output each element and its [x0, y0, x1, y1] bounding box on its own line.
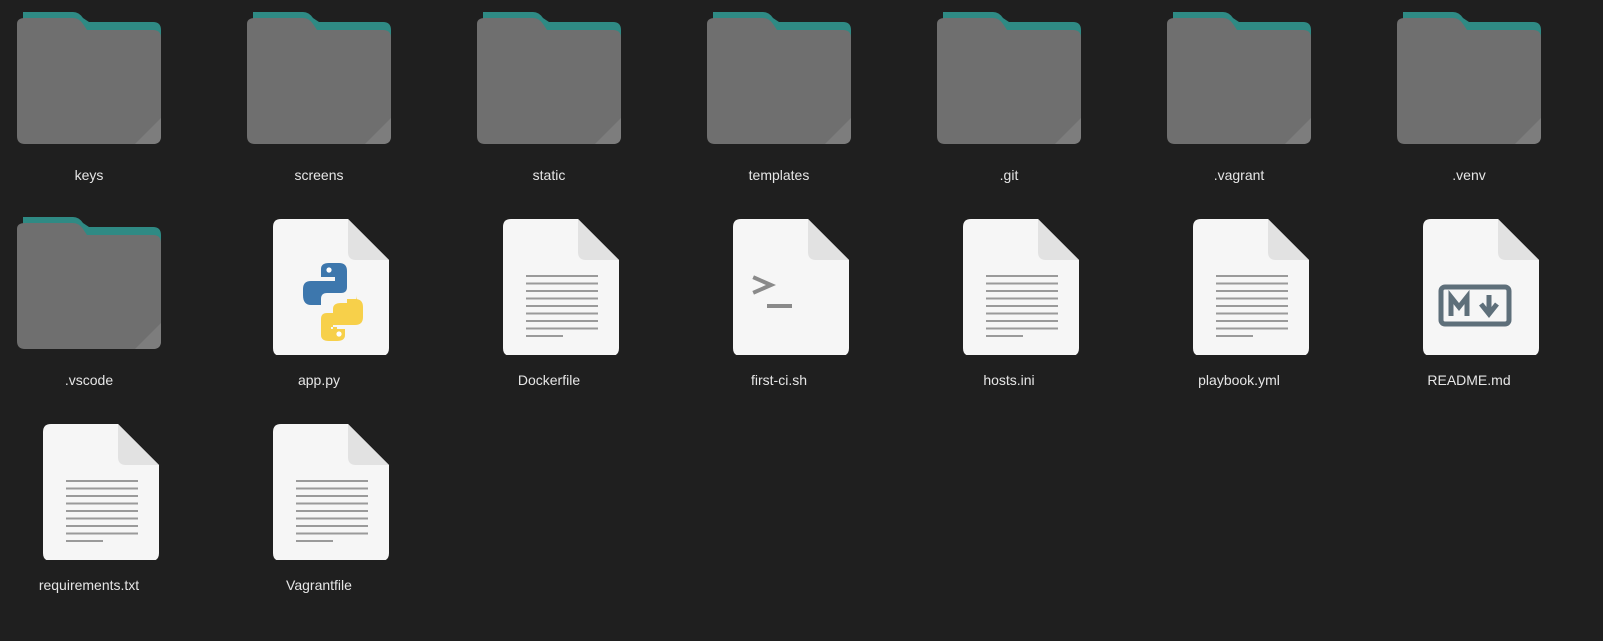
file-item-vscode[interactable]: .vscode [2, 205, 232, 410]
folder-icon [245, 10, 395, 150]
file-item-playbook-yml[interactable]: playbook.yml [1152, 205, 1382, 410]
file-grid: keys screens static templates .git .vagr… [0, 0, 1603, 615]
file-label: Vagrantfile [286, 577, 352, 593]
folder-icon [1395, 10, 1545, 150]
folder-icon [475, 10, 625, 150]
file-label: playbook.yml [1198, 372, 1280, 388]
file-label: hosts.ini [983, 372, 1035, 388]
text-file-icon [15, 420, 165, 560]
file-label: .vagrant [1213, 167, 1265, 183]
file-item-git[interactable]: .git [922, 0, 1152, 205]
file-label: README.md [1427, 372, 1511, 388]
text-file-icon [935, 215, 1085, 355]
text-file-icon [475, 215, 625, 355]
python-file-icon [245, 215, 395, 355]
file-item-dockerfile[interactable]: Dockerfile [462, 205, 692, 410]
file-label: static [532, 167, 566, 183]
folder-icon [705, 10, 855, 150]
file-item-vagrant[interactable]: .vagrant [1152, 0, 1382, 205]
markdown-file-icon [1395, 215, 1545, 355]
file-item-app-py[interactable]: app.py [232, 205, 462, 410]
folder-icon [1165, 10, 1315, 150]
file-item-vagrantfile[interactable]: Vagrantfile [232, 410, 462, 615]
text-file-icon [1165, 215, 1315, 355]
file-item-static[interactable]: static [462, 0, 692, 205]
file-item-keys[interactable]: keys [2, 0, 232, 205]
folder-icon [935, 10, 1085, 150]
file-label: .vscode [64, 372, 114, 388]
file-label: Dockerfile [517, 372, 581, 388]
file-item-screens[interactable]: screens [232, 0, 462, 205]
file-item-first-ci-sh[interactable]: first-ci.sh [692, 205, 922, 410]
file-item-venv[interactable]: .venv [1382, 0, 1603, 205]
file-label: app.py [297, 372, 341, 388]
file-item-hosts-ini[interactable]: hosts.ini [922, 205, 1152, 410]
file-item-templates[interactable]: templates [692, 0, 922, 205]
file-label: .venv [1452, 167, 1486, 183]
file-label: screens [294, 167, 344, 183]
folder-icon [15, 215, 165, 355]
file-label: first-ci.sh [751, 372, 807, 388]
file-label: templates [748, 167, 810, 183]
file-label: requirements.txt [38, 577, 140, 593]
text-file-icon [245, 420, 395, 560]
file-item-readme-md[interactable]: README.md [1382, 205, 1603, 410]
shell-script-icon [705, 215, 855, 355]
file-item-requirements-txt[interactable]: requirements.txt [2, 410, 232, 615]
folder-icon [15, 10, 165, 150]
file-label: keys [74, 167, 104, 183]
file-label: .git [999, 167, 1019, 183]
